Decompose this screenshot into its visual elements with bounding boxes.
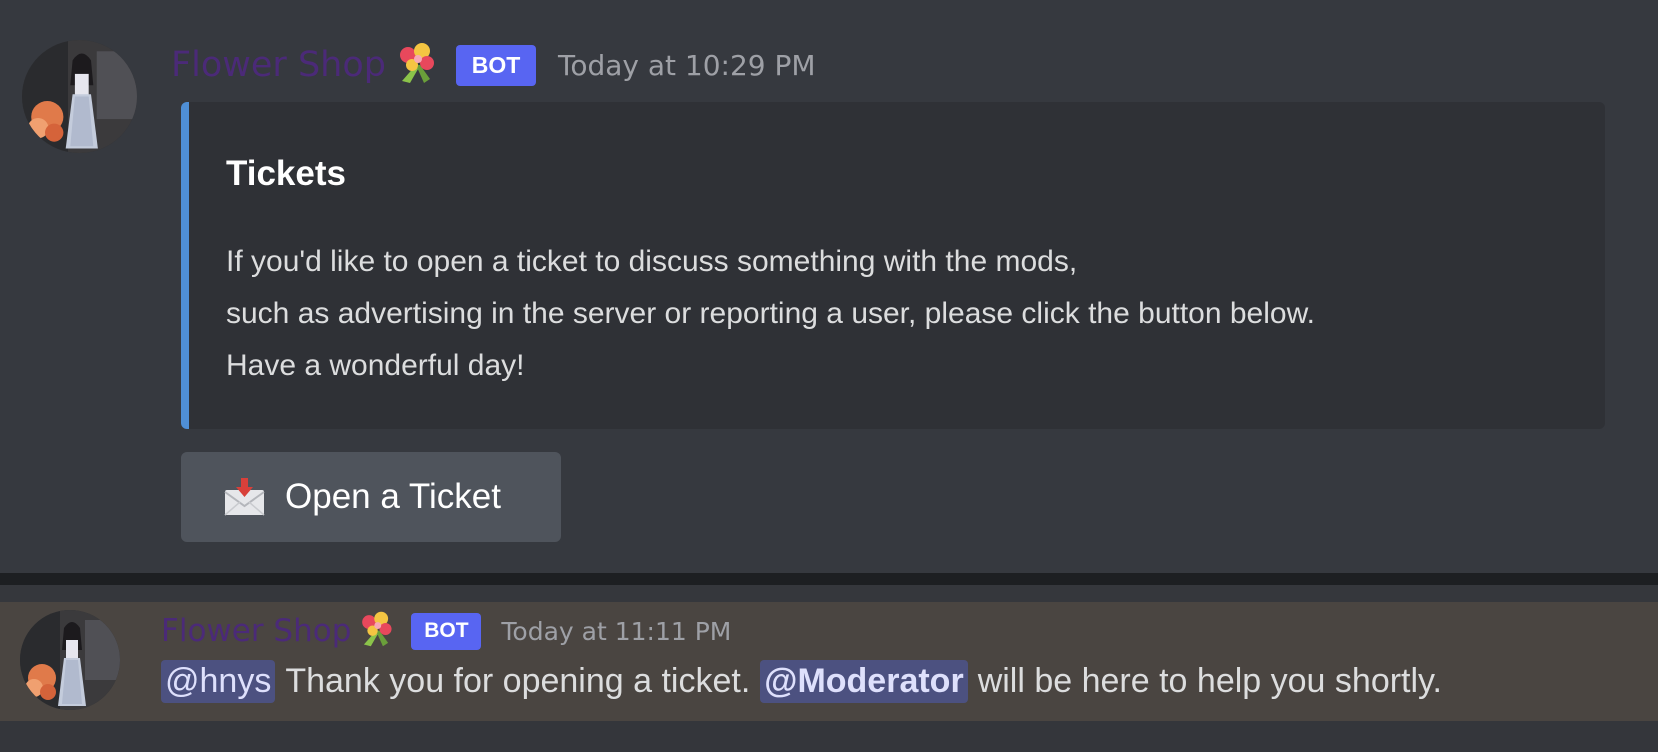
role-mention[interactable]: @Moderator	[760, 660, 968, 703]
timestamp[interactable]: Today at 10:29 PM	[558, 49, 816, 82]
open-ticket-button[interactable]: Open a Ticket	[181, 452, 561, 542]
embed-description: If you'd like to open a ticket to discus…	[226, 236, 1315, 392]
username[interactable]: Flower Shop	[171, 45, 386, 85]
bouquet-icon	[394, 41, 438, 89]
message-content: @hnys Thank you for opening a ticket. @M…	[161, 660, 1452, 703]
embed-description-line: Have a wonderful day!	[226, 349, 525, 382]
user-mention[interactable]: @hnys	[161, 660, 276, 703]
embed-description-line: If you'd like to open a ticket to discus…	[226, 245, 1078, 278]
bot-tag: BOT	[455, 44, 536, 86]
bouquet-icon	[357, 610, 395, 652]
envelope-with-arrow-icon	[224, 478, 265, 516]
bot-tag: BOT	[411, 612, 482, 650]
embed-accent-bar	[181, 102, 189, 429]
panel-tail	[0, 721, 1658, 752]
message-text: Thank you for opening a ticket.	[285, 662, 751, 700]
embed-title: Tickets	[226, 154, 346, 193]
gap	[0, 585, 1658, 602]
avatar[interactable]	[20, 610, 120, 710]
message-header: Flower Shop BOT Today at 10:29 PM	[171, 40, 816, 90]
separator	[0, 573, 1658, 585]
message-header: Flower Shop BOT Today at 11:11 PM	[161, 609, 731, 653]
message-text: will be here to help you shortly.	[977, 662, 1442, 700]
timestamp[interactable]: Today at 11:11 PM	[501, 617, 731, 646]
avatar[interactable]	[22, 40, 137, 153]
embed-description-line: such as advertising in the server or rep…	[226, 297, 1315, 330]
embed: Tickets If you'd like to open a ticket t…	[181, 102, 1605, 429]
username[interactable]: Flower Shop	[161, 613, 351, 649]
open-ticket-label: Open a Ticket	[285, 477, 501, 516]
